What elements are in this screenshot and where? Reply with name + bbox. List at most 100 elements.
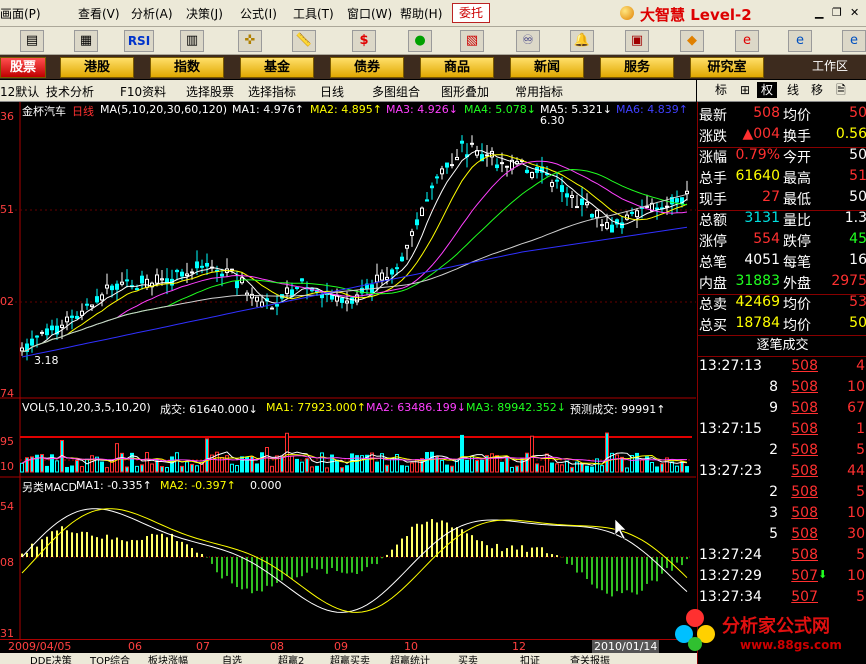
traffic-light-icon[interactable]: ● xyxy=(408,30,432,52)
macd-bar xyxy=(156,534,158,557)
tick-price[interactable]: 507 xyxy=(786,568,818,584)
tick-price[interactable]: 508 xyxy=(786,547,818,563)
volume-bar xyxy=(170,456,174,473)
crosshair-icon[interactable]: ✜ xyxy=(238,30,262,52)
quote-label: 现手 xyxy=(699,192,727,208)
menu-item-window[interactable]: 窗口(W) xyxy=(347,5,392,22)
menu-item-help[interactable]: 帮助(H) xyxy=(400,5,442,22)
section-fund-button[interactable]: 基金 xyxy=(240,57,314,78)
tab-chaoying-stats[interactable]: 超赢统计 xyxy=(390,653,430,664)
section-service-button[interactable]: 服务 xyxy=(600,57,674,78)
macd-bar xyxy=(211,557,213,564)
tab-watchlist[interactable]: 自选 xyxy=(222,653,242,664)
close-icon[interactable]: ✕ xyxy=(850,6,859,19)
menu-item-analysis[interactable]: 分析(A) xyxy=(131,5,173,22)
menu-item-tools[interactable]: 工具(T) xyxy=(293,5,334,22)
candle-body xyxy=(585,202,589,206)
candle-body xyxy=(575,206,579,209)
select-stock-dropdown[interactable]: 选择股票 xyxy=(186,83,234,100)
ie-browser-icon[interactable]: e xyxy=(788,30,812,52)
diamond-icon[interactable]: ◆ xyxy=(680,30,704,52)
menu-item-formula[interactable]: 公式(I) xyxy=(240,5,277,22)
binoculars-icon[interactable]: ♾ xyxy=(516,30,540,52)
candle-body xyxy=(205,262,209,267)
ruler-icon[interactable]: 📏 xyxy=(292,30,316,52)
technical-analysis-dropdown[interactable]: 技术分析 xyxy=(46,83,94,100)
period-daily-dropdown[interactable]: 日线 xyxy=(320,83,344,100)
blue-e-icon[interactable]: e xyxy=(842,30,866,52)
macd-bar xyxy=(96,537,98,557)
tick-price[interactable]: 508 xyxy=(786,442,818,458)
tick-price[interactable]: 508 xyxy=(786,400,818,416)
tab-doc[interactable]: 🗎 xyxy=(831,82,851,98)
macd-bar xyxy=(546,553,548,557)
tab-mark[interactable]: 标 xyxy=(711,82,731,98)
dzh-logo-icon xyxy=(620,6,634,20)
tick-price[interactable]: 508 xyxy=(786,526,818,542)
tick-qty: 2 xyxy=(769,484,778,500)
tab-dde[interactable]: DDE决策 xyxy=(30,653,72,664)
tab-line[interactable]: 线 xyxy=(783,82,803,98)
section-hk-button[interactable]: 港股 xyxy=(60,57,134,78)
tab-sector-rise[interactable]: 板块涨幅 xyxy=(148,653,188,664)
tab-kouzheng[interactable]: 扣证 xyxy=(520,653,540,664)
tick-volume: 5 xyxy=(856,442,865,458)
ma4-value: MA4: 5.078↓ xyxy=(464,103,536,116)
tick-price[interactable]: 508 xyxy=(786,463,818,479)
quote-row: 涨幅 0.79% 今开 50 xyxy=(698,147,866,168)
section-research-button[interactable]: 研究室 xyxy=(690,57,764,78)
kline-chart[interactable]: 6.30 3.18 xyxy=(0,102,696,639)
tab-chaoying2[interactable]: 超赢2 xyxy=(278,653,304,664)
tick-row: 13:27:24 508 5 xyxy=(698,547,866,568)
rsi-indicator-icon[interactable]: RSI xyxy=(124,30,154,52)
select-indicator-dropdown[interactable]: 选择指标 xyxy=(248,83,296,100)
f10-info-dropdown[interactable]: F10资料 xyxy=(120,83,166,100)
menu-item-view[interactable]: 查看(V) xyxy=(78,5,120,22)
overlay-dropdown[interactable]: 图形叠加 xyxy=(441,83,489,100)
section-stocks-button[interactable]: 股票 xyxy=(0,57,46,78)
quote-table-icon[interactable]: ▥ xyxy=(180,30,204,52)
dzh-e-icon[interactable]: e xyxy=(735,30,759,52)
workarea-button[interactable]: 工作区 xyxy=(812,57,848,74)
candle-body xyxy=(50,325,54,331)
tab-trade[interactable]: 买卖 xyxy=(458,653,478,664)
stripes-chart-icon[interactable]: ▧ xyxy=(460,30,484,52)
tab-top[interactable]: TOP综合 xyxy=(90,653,130,664)
menu-item-decision[interactable]: 决策(J) xyxy=(186,5,223,22)
volume-bar xyxy=(125,466,129,473)
tick-price[interactable]: 508 xyxy=(786,505,818,521)
volume-bar xyxy=(400,465,404,473)
section-commodity-button[interactable]: 商品 xyxy=(420,57,494,78)
tick-price[interactable]: 508 xyxy=(786,421,818,437)
tab-move[interactable]: 移 xyxy=(807,82,827,98)
calendar-icon[interactable]: ▣ xyxy=(625,30,649,52)
kline-chart-icon[interactable]: ▤ xyxy=(20,30,44,52)
candle-body xyxy=(455,156,459,161)
section-index-button[interactable]: 指数 xyxy=(150,57,224,78)
macd-bar xyxy=(311,557,313,569)
common-indicator-dropdown[interactable]: 常用指标 xyxy=(515,83,563,100)
macd-bar xyxy=(656,557,658,582)
section-bond-button[interactable]: 债券 xyxy=(330,57,404,78)
tab-grid[interactable]: ⊞ xyxy=(735,82,755,98)
multi-chart-dropdown[interactable]: 多图组合 xyxy=(372,83,420,100)
dollar-icon[interactable]: $ xyxy=(352,30,376,52)
minute-chart-icon[interactable]: ▦ xyxy=(74,30,98,52)
tab-report[interactable]: 查关报振 xyxy=(570,653,610,664)
macd-bar xyxy=(216,557,218,573)
tab-rights[interactable]: 权 xyxy=(757,82,777,98)
restore-icon[interactable]: ❐ xyxy=(832,6,842,19)
layout-default-dropdown[interactable]: 12默认 xyxy=(0,83,39,100)
tick-price[interactable]: 508 xyxy=(786,358,818,374)
candle-body xyxy=(60,324,64,328)
minimize-icon[interactable]: ▁ xyxy=(815,6,823,19)
menu-item-picture[interactable]: 画面(P) xyxy=(0,5,41,22)
tick-price[interactable]: 507 xyxy=(786,589,818,605)
volume-ma3: MA3: 89942.352↓ xyxy=(466,401,566,414)
alarm-bell-icon[interactable]: 🔔 xyxy=(570,30,594,52)
trade-entrust-button[interactable]: 委托 xyxy=(452,3,490,23)
tab-chaoying-trade[interactable]: 超赢买卖 xyxy=(330,653,370,664)
section-news-button[interactable]: 新闻 xyxy=(510,57,584,78)
tick-price[interactable]: 508 xyxy=(786,484,818,500)
tick-price[interactable]: 508 xyxy=(786,379,818,395)
